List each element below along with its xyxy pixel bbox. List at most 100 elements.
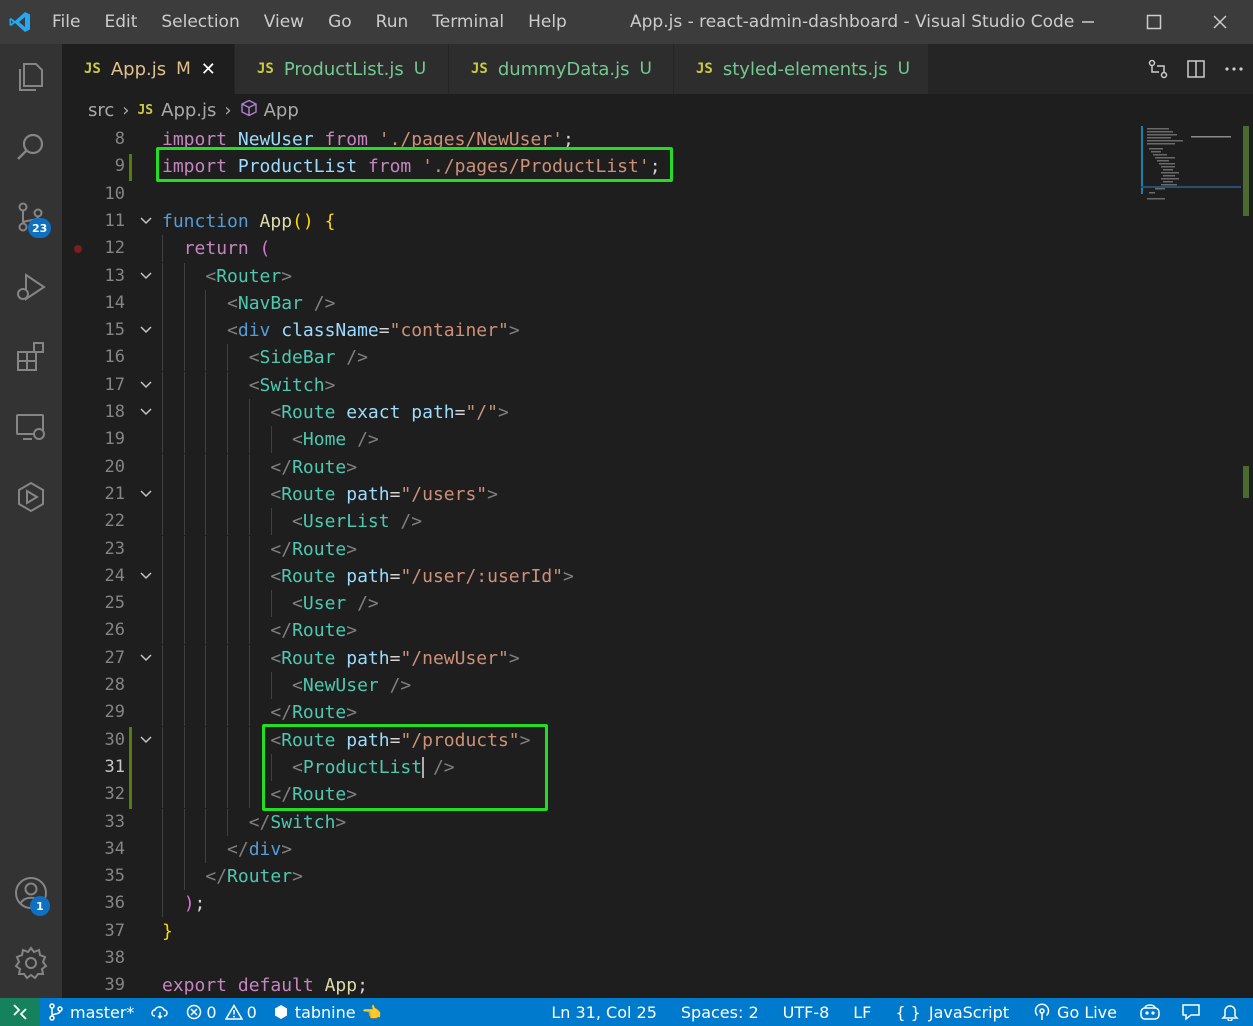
fold-chevron-icon[interactable] — [138, 404, 154, 420]
code-editor[interactable]: 8 import NewUser from './pages/NewUser'; 9… — [62, 126, 1253, 998]
menu-help[interactable]: Help — [516, 12, 579, 32]
branch-indicator[interactable]: master* — [40, 1003, 142, 1022]
breadcrumb-folder[interactable]: src — [88, 100, 114, 121]
fold-chevron-icon[interactable] — [138, 732, 154, 748]
js-file-icon: JS — [696, 61, 713, 77]
accounts-icon[interactable]: 1 — [0, 862, 62, 924]
fold-chevron-icon[interactable] — [138, 322, 154, 338]
accounts-badge: 1 — [30, 896, 50, 916]
end-of-line[interactable]: LF — [841, 1003, 883, 1022]
fold-chevron-icon[interactable] — [138, 213, 154, 229]
code-text: <Route path="/users"> — [270, 483, 498, 505]
split-editor-icon[interactable] — [1177, 44, 1215, 94]
more-actions-icon[interactable] — [1215, 44, 1253, 94]
line-number: 33 — [104, 811, 125, 832]
remote-indicator-icon[interactable] — [0, 998, 40, 1026]
run-debug-icon[interactable] — [0, 256, 62, 318]
menu-file[interactable]: File — [40, 12, 92, 32]
feedback-icon[interactable] — [1171, 1003, 1211, 1021]
code-line[interactable]: 25 <User /> — [62, 590, 1253, 618]
code-line[interactable]: 19 <Home /> — [62, 426, 1253, 454]
extensions-icon[interactable] — [0, 326, 62, 388]
sync-icon[interactable] — [142, 1004, 178, 1020]
tab-label: ProductList.js — [283, 58, 404, 80]
code-line[interactable]: 30 <Route path="/products"> — [62, 726, 1253, 754]
language-mode[interactable]: { } JavaScript — [883, 1003, 1021, 1022]
cursor-position[interactable]: Ln 31, Col 25 — [539, 1003, 669, 1022]
code-line[interactable]: 29 </Route> — [62, 699, 1253, 727]
maximize-button[interactable] — [1121, 0, 1187, 44]
tabnine-indicator[interactable]: tabnine 👈 — [265, 1003, 390, 1022]
encoding[interactable]: UTF-8 — [771, 1003, 842, 1022]
code-line[interactable]: 12 return ( — [62, 235, 1253, 263]
code-line[interactable]: 17 <Switch> — [62, 371, 1253, 399]
code-line[interactable]: 26 </Route> — [62, 617, 1253, 645]
code-line[interactable]: 36 ); — [62, 890, 1253, 918]
code-line[interactable]: 14 <NavBar /> — [62, 289, 1253, 317]
menu-bar: File Edit Selection View Go Run Terminal… — [40, 12, 579, 32]
code-text: <NewUser /> — [292, 675, 412, 696]
code-line[interactable]: 37} — [62, 918, 1253, 945]
status-right-group: Ln 31, Col 25 Spaces: 2 UTF-8 LF { } Jav… — [539, 998, 1253, 1026]
remote-explorer-icon[interactable] — [0, 396, 62, 458]
tab-styled-elements-js[interactable]: JS styled-elements.js U — [674, 44, 928, 94]
explorer-icon[interactable] — [0, 46, 62, 108]
code-line[interactable]: 34 </div> — [62, 835, 1253, 863]
code-line[interactable]: 11 function App() { — [62, 208, 1253, 235]
fold-chevron-icon[interactable] — [138, 268, 154, 284]
problems-indicator[interactable]: 0 0 — [178, 1003, 264, 1022]
fold-chevron-icon[interactable] — [138, 650, 154, 666]
code-line[interactable]: 23 </Route> — [62, 535, 1253, 563]
menu-edit[interactable]: Edit — [92, 12, 149, 32]
code-line[interactable]: 16 <SideBar /> — [62, 344, 1253, 372]
indentation[interactable]: Spaces: 2 — [669, 1003, 771, 1022]
source-control-icon[interactable]: 23 — [0, 186, 62, 248]
menu-terminal[interactable]: Terminal — [420, 12, 516, 32]
code-line[interactable]: 10 — [62, 181, 1253, 208]
code-line[interactable]: 22 <UserList /> — [62, 508, 1253, 536]
code-line[interactable]: 24 <Route path="/user/:userId"> — [62, 562, 1253, 590]
code-line[interactable]: 13 <Router> — [62, 262, 1253, 290]
go-live-button[interactable]: Go Live — [1021, 1003, 1129, 1022]
settings-gear-icon[interactable] — [0, 932, 62, 994]
search-icon[interactable] — [0, 116, 62, 178]
language-label: JavaScript — [928, 1002, 1010, 1022]
menu-go[interactable]: Go — [316, 12, 364, 32]
tab-app-js[interactable]: JS App.js M ✕ — [62, 44, 234, 94]
code-line[interactable]: 15 <div className="container"> — [62, 317, 1253, 345]
code-line[interactable]: 27 <Route path="/newUser"> — [62, 644, 1253, 672]
breadcrumb-file[interactable]: App.js — [161, 100, 216, 121]
code-line[interactable]: 33 </Switch> — [62, 808, 1253, 836]
menu-view[interactable]: View — [252, 12, 316, 32]
fold-chevron-icon[interactable] — [138, 486, 154, 502]
menu-selection[interactable]: Selection — [149, 12, 251, 32]
live-share-icon[interactable] — [0, 466, 62, 528]
menu-run[interactable]: Run — [364, 12, 421, 32]
title-bar: File Edit Selection View Go Run Terminal… — [0, 0, 1253, 44]
code-line[interactable]: 20 </Route> — [62, 453, 1253, 481]
code-line[interactable]: 18 <Route exact path="/"> — [62, 399, 1253, 426]
close-window-button[interactable] — [1187, 0, 1253, 44]
fold-chevron-icon[interactable] — [138, 377, 154, 393]
vertical-scrollbar[interactable] — [1239, 126, 1253, 998]
fold-chevron-icon[interactable] — [138, 568, 154, 584]
tab-dummydata-js[interactable]: JS dummyData.js U — [449, 44, 673, 94]
code-line[interactable]: 39 export default App; — [62, 972, 1253, 998]
code-text: return ( — [183, 238, 271, 260]
minimap[interactable] — [1141, 126, 1241, 226]
notifications-bell-icon[interactable] — [1211, 1003, 1253, 1021]
close-tab-icon[interactable]: ✕ — [201, 59, 216, 80]
code-line[interactable]: 38 — [62, 945, 1253, 972]
copilot-icon[interactable] — [1129, 1003, 1171, 1021]
highlight-box-route — [262, 724, 548, 811]
code-line[interactable]: 35 </Router> — [62, 863, 1253, 891]
code-line[interactable]: 31 <ProductList /> — [62, 753, 1253, 781]
open-changes-icon[interactable] — [1139, 44, 1177, 94]
breadcrumb-symbol[interactable]: App — [264, 100, 299, 121]
code-line[interactable]: 21 <Route path="/users"> — [62, 480, 1253, 508]
code-line[interactable]: 28 <NewUser /> — [62, 672, 1253, 699]
minimize-button[interactable] — [1055, 0, 1121, 44]
code-line[interactable]: 32 </Route> — [62, 781, 1253, 809]
tab-productlist-js[interactable]: JS ProductList.js U — [235, 44, 448, 94]
line-number: 30 — [104, 729, 125, 750]
